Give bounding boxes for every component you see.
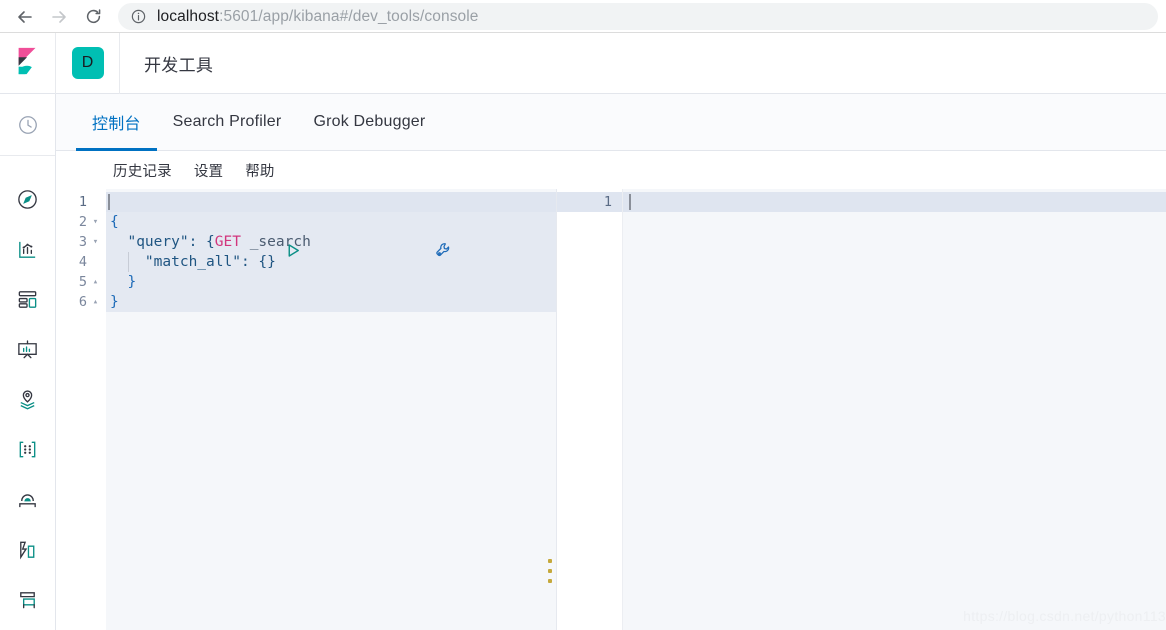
reload-button[interactable] bbox=[76, 3, 110, 31]
submenu-item-settings[interactable]: 设置 bbox=[194, 160, 223, 181]
apm-icon bbox=[16, 488, 39, 511]
tab-search-profiler[interactable]: Search Profiler bbox=[157, 94, 298, 150]
sidebar-item-discover[interactable] bbox=[0, 174, 56, 224]
fold-marker[interactable]: ▾ bbox=[89, 217, 102, 227]
dashboard-grid-icon bbox=[16, 288, 39, 311]
code-line-5[interactable]: } bbox=[106, 272, 556, 292]
sidebar-item-apm[interactable] bbox=[0, 474, 56, 524]
gutter-line-6: 6 ▴ bbox=[56, 292, 106, 312]
back-arrow-icon bbox=[15, 7, 35, 27]
response-active-line bbox=[623, 192, 1166, 212]
sidebar-item-dashboard[interactable] bbox=[0, 274, 56, 324]
bar-chart-icon bbox=[16, 238, 39, 261]
machine-learning-icon bbox=[16, 438, 39, 461]
code-line-6[interactable]: } bbox=[106, 292, 556, 312]
reload-icon bbox=[84, 7, 103, 26]
fold-marker[interactable]: ▴ bbox=[89, 277, 102, 287]
app-header: D 开发工具 bbox=[18, 32, 1166, 94]
code-line-4[interactable]: "match_all": {} bbox=[106, 252, 556, 272]
site-info-icon[interactable] bbox=[130, 8, 147, 25]
code-text: "query": { bbox=[110, 234, 215, 250]
response-gutter: 1 bbox=[557, 189, 623, 630]
forward-arrow-icon bbox=[49, 7, 69, 27]
code-text: { bbox=[110, 214, 119, 230]
metrics-icon bbox=[16, 588, 39, 611]
response-caret bbox=[629, 194, 631, 210]
browser-toolbar: localhost:5601/app/kibana#/dev_tools/con… bbox=[0, 0, 1166, 33]
gutter-line-2: 2 ▾ bbox=[56, 212, 106, 232]
sidebar-item-metrics[interactable] bbox=[0, 574, 56, 624]
console-body: 1 2 ▾ 3 ▾ 4 5 ▴ 6 ▴ GET _search {"query… bbox=[56, 189, 1166, 630]
fold-marker[interactable]: ▾ bbox=[89, 237, 102, 247]
tab-bar: 控制台 Search Profiler Grok Debugger bbox=[56, 94, 1166, 151]
indent-guide bbox=[128, 252, 129, 272]
sidebar-item-recently-viewed[interactable] bbox=[0, 94, 55, 156]
code-text: } bbox=[110, 294, 119, 310]
code-text: "match_all": {} bbox=[110, 254, 276, 270]
drag-handle-icon[interactable] bbox=[543, 559, 557, 583]
url-path: :5601/app/kibana#/dev_tools/console bbox=[219, 7, 479, 25]
address-bar[interactable]: localhost:5601/app/kibana#/dev_tools/con… bbox=[118, 3, 1158, 30]
url-host: localhost bbox=[157, 7, 220, 25]
kibana-logo-button[interactable] bbox=[0, 32, 56, 94]
tab-grok-debugger[interactable]: Grok Debugger bbox=[297, 94, 441, 150]
submenu-item-history[interactable]: 历史记录 bbox=[113, 160, 172, 181]
tab-console[interactable]: 控制台 bbox=[76, 94, 157, 151]
text-caret bbox=[108, 194, 110, 210]
gutter-line-1: 1 bbox=[78, 194, 87, 210]
sidebar-item-visualize[interactable] bbox=[0, 224, 56, 274]
page-title: 开发工具 bbox=[144, 55, 214, 75]
sidebar-item-maps[interactable] bbox=[0, 374, 56, 424]
console-submenu: 历史记录 设置 帮助 bbox=[56, 151, 1166, 189]
code-line-3[interactable]: "query": { bbox=[106, 232, 556, 252]
gutter-line-5: 5 ▴ bbox=[56, 272, 106, 292]
sidebar-item-logs[interactable] bbox=[0, 524, 56, 574]
sidebar-nav bbox=[0, 33, 56, 630]
map-pin-layers-icon bbox=[16, 388, 39, 411]
code-line-2[interactable]: { bbox=[106, 212, 556, 232]
sidebar-item-machine-learning[interactable] bbox=[0, 424, 56, 474]
request-gutter: 1 2 ▾ 3 ▾ 4 5 ▴ 6 ▴ bbox=[56, 189, 106, 630]
forward-button[interactable] bbox=[42, 3, 76, 31]
response-gutter-line-1: 1 bbox=[557, 192, 622, 212]
clock-icon bbox=[17, 114, 39, 136]
compass-icon bbox=[16, 188, 39, 211]
app-badge: D bbox=[71, 47, 104, 79]
submenu-item-help[interactable]: 帮助 bbox=[245, 160, 274, 181]
watermark-text: https://blog.csdn.net/python113 bbox=[963, 608, 1166, 624]
app-badge-cell: D bbox=[56, 32, 120, 94]
sidebar-item-canvas[interactable] bbox=[0, 324, 56, 374]
code-text: } bbox=[110, 274, 137, 290]
gutter-line-4: 4 bbox=[78, 254, 87, 270]
request-code-area[interactable]: GET _search {"query": {"match_all": {}… bbox=[106, 189, 556, 630]
response-code-area[interactable] bbox=[623, 189, 1166, 630]
request-editor-pane: 1 2 ▾ 3 ▾ 4 5 ▴ 6 ▴ GET _search {"query… bbox=[56, 189, 557, 630]
code-line-1[interactable]: GET _search bbox=[106, 192, 556, 257]
presentation-icon bbox=[16, 338, 39, 361]
back-button[interactable] bbox=[8, 3, 42, 31]
main-column: D 开发工具 控制台 Search Profiler Grok Debugger… bbox=[18, 32, 1166, 630]
kibana-logo bbox=[13, 46, 43, 81]
fold-marker[interactable]: ▴ bbox=[89, 297, 102, 307]
logs-icon bbox=[16, 538, 39, 561]
kibana-app: D 开发工具 控制台 Search Profiler Grok Debugger… bbox=[0, 32, 1166, 630]
response-pane: 1 https://blog.csdn.net/python113 bbox=[557, 189, 1166, 630]
gutter-line-3: 3 ▾ bbox=[56, 232, 106, 252]
address-bar-text: localhost:5601/app/kibana#/dev_tools/con… bbox=[157, 8, 479, 26]
